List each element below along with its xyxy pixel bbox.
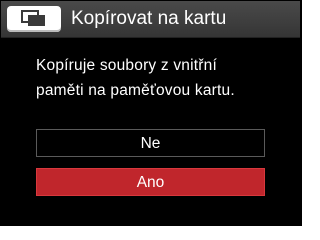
copy-to-card-dialog: Kopírovat na kartu Kopíruje soubory z vn… — [0, 0, 302, 226]
no-button[interactable]: Ne — [36, 129, 265, 157]
title-bar: Kopírovat na kartu — [1, 1, 300, 38]
message-line-2: paměti na paměťovou kartu. — [36, 82, 235, 99]
dialog-message: Kopíruje soubory z vnitřní paměti na pam… — [36, 53, 286, 103]
page-title: Kopírovat na kartu — [71, 8, 227, 29]
copy-to-card-icon — [7, 6, 61, 32]
yes-button[interactable]: Ano — [36, 168, 265, 196]
message-line-1: Kopíruje soubory z vnitřní — [36, 57, 217, 74]
